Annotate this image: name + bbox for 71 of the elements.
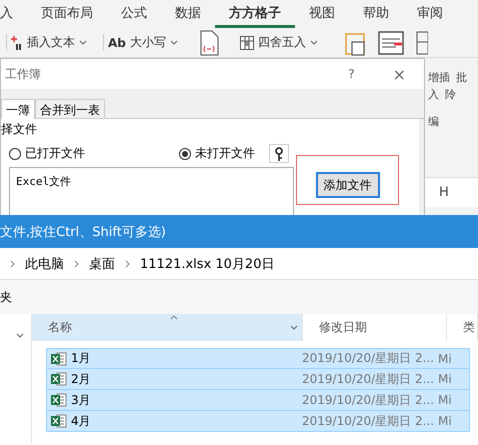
dialog-title: 文件,按住Ctrl、Shift可多选) [0,224,166,240]
radio-button[interactable] [179,148,191,160]
case-menu[interactable]: Ab 大小写 [103,34,182,51]
file-name: 3月 [71,392,91,408]
file-row[interactable]: 4月 2019/10/20/星期日 2... Mi [46,411,470,432]
chevron-down-icon [310,40,318,46]
spreadsheet-file-icon [51,372,67,386]
key-button[interactable] [269,144,289,163]
ribbon-tab[interactable]: 数据 [161,0,215,28]
ribbon-label: 批 [456,70,467,85]
radio-option[interactable]: 已打开文件 [9,145,179,162]
help-button[interactable]: ? [348,67,355,81]
file-name: 1月 [71,350,91,367]
ribbon-tab[interactable]: 帮助 [349,0,403,28]
list-header: Excel文件 [16,175,72,188]
spreadsheet-file-icon [51,393,67,407]
file-name: 2月 [71,370,91,388]
modified-date: 2019/10/20/星期日 2... [302,370,436,388]
spreadsheet-file-icon [51,352,67,366]
breadcrumb-item[interactable]: 11121.xlsx 10月20日 [140,254,274,272]
radio-option[interactable]: 未打开文件 [179,145,349,162]
file-row[interactable]: 1月 2019/10/20/星期日 2... Mi [46,348,470,369]
breadcrumb-item[interactable]: 此电脑 [25,254,64,272]
list-icon[interactable] [378,30,404,56]
file-row[interactable]: 2月 2019/10/20/星期日 2... Mi [46,369,470,390]
chevron-right-icon [74,260,79,268]
close-button[interactable]: × [392,64,406,84]
key-icon [275,146,283,160]
dialog-tab[interactable]: 一簿 [1,99,35,119]
ribbon-label: 增插 [428,70,450,85]
round-menu[interactable]: 四舍五入 [236,34,322,51]
file-type: Mi [438,352,453,366]
column-header: H [439,185,449,200]
dialog-tab[interactable]: 合并到一表 [35,99,105,118]
ribbon-label: 入 [428,87,439,102]
ribbon-tab[interactable]: 入 [0,0,27,28]
radio-button[interactable] [9,148,21,160]
ribbon-tab[interactable]: 视图 [295,0,349,28]
collapse-icon [16,333,24,339]
ribbon-tab[interactable]: 审阅 [403,0,457,28]
spreadsheet-file-icon [51,414,67,428]
chevron-right-icon [125,260,130,268]
chevron-right-icon [10,260,15,268]
document-icon[interactable] [198,30,220,56]
file-row[interactable]: 3月 2019/10/20/星期日 2... Mi [46,390,470,411]
dialog-title: 工作簿 [5,66,42,82]
ribbon-label: 编 [428,114,439,129]
file-name: 4月 [71,412,91,430]
breadcrumb-item[interactable]: 桌面 [89,254,115,272]
chevron-down-icon [79,40,87,46]
grid-icon [240,36,254,50]
modified-date: 2019/10/20/星期日 2... [302,350,436,367]
add-file-button[interactable]: 添加文件 [316,172,380,198]
sort-icon [170,315,178,320]
table-icon[interactable] [416,30,428,56]
group-label: 择文件 [1,121,38,138]
insert-icon [11,36,23,50]
file-type: Mi [438,393,453,407]
ribbon-tab[interactable]: 页面布局 [27,0,107,28]
modified-date: 2019/10/20/星期日 2... [302,392,436,408]
file-type: Mi [438,414,453,428]
ribbon-tab[interactable]: 方方格子 [215,0,295,28]
chevron-down-icon [290,325,298,331]
ribbon-tab[interactable]: 公式 [107,0,161,28]
file-type: Mi [438,372,453,386]
ribbon-label: 阾 [445,87,456,102]
insert-text-menu[interactable]: 插入文本 [6,34,91,51]
modified-date: 2019/10/20/星期日 2... [302,412,436,430]
new-folder-button[interactable]: 夹 [0,288,12,306]
column-header[interactable]: 名称 [32,314,303,341]
chevron-down-icon [170,40,178,46]
